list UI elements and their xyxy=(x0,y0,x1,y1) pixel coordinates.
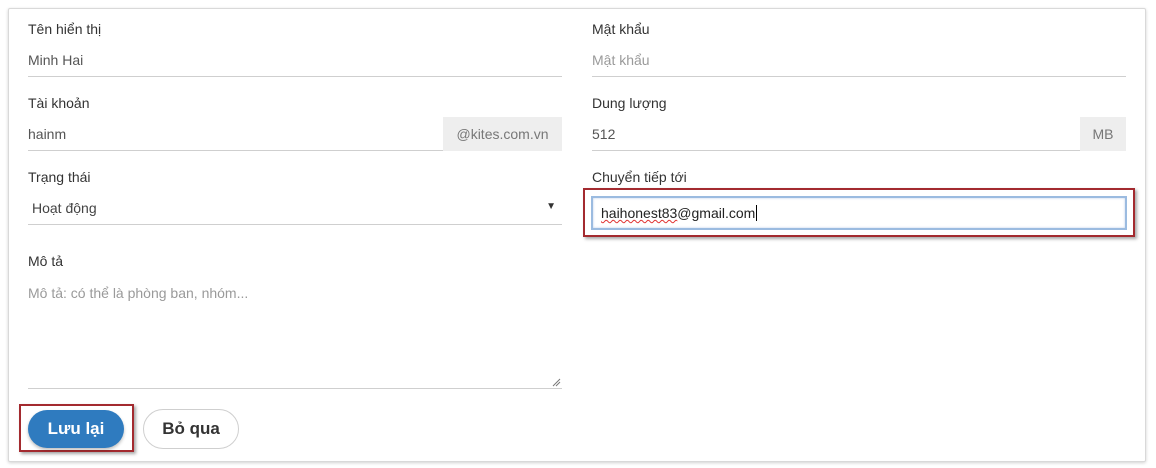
quota-field[interactable]: 512 MB xyxy=(592,117,1126,151)
forward-to-label: Chuyển tiếp tới xyxy=(592,169,687,185)
status-select[interactable]: Hoạt động ▼ xyxy=(28,191,562,225)
description-textarea[interactable]: Mô tả: có thể là phòng ban, nhóm... xyxy=(28,276,562,389)
password-input[interactable] xyxy=(592,43,1126,76)
quota-label: Dung lượng xyxy=(592,95,667,111)
password-field[interactable] xyxy=(592,43,1126,77)
account-field[interactable]: hainm @kites.com.vn xyxy=(28,117,562,151)
quota-unit-addon: MB xyxy=(1080,117,1126,151)
display-name-label: Tên hiển thị xyxy=(28,21,102,37)
account-label: Tài khoản xyxy=(28,95,90,111)
description-label: Mô tả xyxy=(28,253,64,269)
chevron-down-icon: ▼ xyxy=(546,201,556,212)
save-button[interactable]: Lưu lại xyxy=(28,410,124,448)
forward-user-text: haihonest83 xyxy=(601,205,678,221)
description-placeholder: Mô tả: có thể là phòng ban, nhóm... xyxy=(28,285,249,301)
status-selected-value: Hoạt động xyxy=(32,200,97,216)
domain-addon: @kites.com.vn xyxy=(443,117,562,151)
display-name-value: Minh Hai xyxy=(28,52,84,68)
text-cursor xyxy=(756,205,758,221)
cancel-button[interactable]: Bỏ qua xyxy=(143,409,239,449)
password-label: Mật khẩu xyxy=(592,21,650,37)
resize-grip-icon[interactable] xyxy=(552,378,561,387)
display-name-field[interactable]: Minh Hai xyxy=(28,43,562,77)
forward-domain-text: @gmail.com xyxy=(677,205,756,221)
status-label: Trạng thái xyxy=(28,169,91,185)
quota-value: 512 xyxy=(592,126,616,142)
forward-to-input[interactable]: haihonest83 @gmail.com xyxy=(591,196,1127,230)
